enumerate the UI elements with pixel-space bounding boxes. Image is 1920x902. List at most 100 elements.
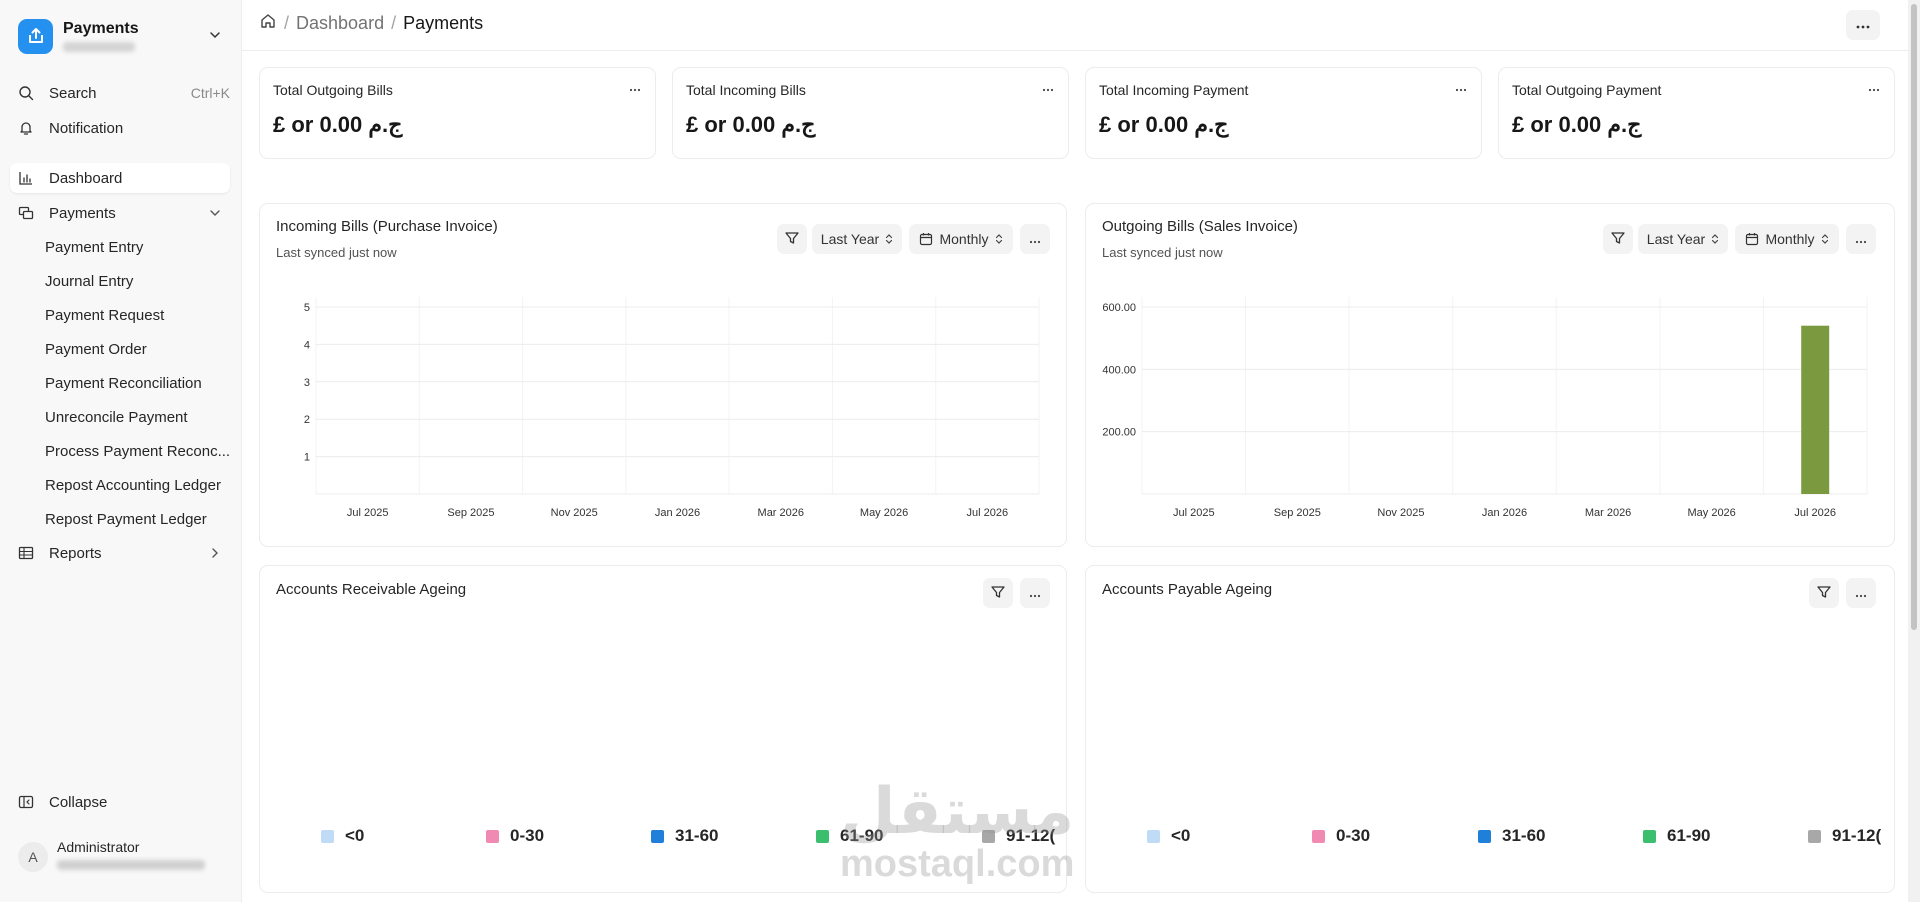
topbar: / Dashboard / Payments: [242, 0, 1920, 51]
stat-card-label: Total Outgoing Payment: [1512, 82, 1662, 98]
home-icon[interactable]: [259, 12, 277, 35]
x-tick-label: Jul 2025: [1173, 507, 1215, 519]
filter-icon: [1816, 584, 1832, 603]
stat-card-label: Total Incoming Payment: [1099, 82, 1249, 98]
legend-swatch: [486, 829, 499, 843]
sidebar-subitem[interactable]: Payment Reconciliation: [10, 368, 230, 398]
legend-item[interactable]: 91-12(: [1808, 826, 1888, 846]
collapse-sidebar-icon: [17, 793, 35, 811]
y-tick-label: 2: [304, 414, 310, 426]
outgoing-bills-chart-card: Outgoing Bills (Sales Invoice) Last sync…: [1085, 203, 1895, 547]
sidebar-item-dashboard[interactable]: Dashboard: [10, 163, 230, 193]
collapse-button[interactable]: Collapse: [10, 787, 230, 817]
sidebar-item-reports[interactable]: Reports: [10, 538, 230, 568]
watermark: مستقل mostaql.com: [840, 780, 1074, 884]
legend-label: 91-12(: [1832, 826, 1882, 845]
sidebar-subitem[interactable]: Unreconcile Payment: [10, 402, 230, 432]
x-tick-label: Jul 2025: [347, 507, 389, 519]
breadcrumb-separator: /: [391, 13, 397, 33]
app-logo-icon: [18, 18, 53, 54]
sidebar-subitem[interactable]: Journal Entry: [10, 266, 230, 296]
watermark-latin: mostaql.com: [840, 843, 1075, 885]
legend-swatch: [651, 829, 664, 843]
legend-item[interactable]: 31-60: [1478, 826, 1545, 846]
chart-menu-button[interactable]: [1020, 578, 1050, 608]
more-icon[interactable]: [1038, 82, 1058, 98]
chevron-down-icon: [208, 28, 222, 47]
x-tick-label: May 2026: [860, 507, 908, 519]
y-tick-label: 3: [304, 377, 310, 389]
legend-swatch: [321, 829, 334, 843]
breadcrumb-dashboard[interactable]: Dashboard: [296, 13, 384, 34]
chevron-down-icon: [208, 206, 222, 220]
sidebar-subitem[interactable]: Process Payment Reconc...: [10, 436, 230, 466]
stat-card-label: Total Incoming Bills: [686, 82, 806, 98]
x-tick-label: Mar 2026: [1585, 507, 1631, 519]
legend-item[interactable]: 0-30: [1312, 826, 1370, 846]
more-icon[interactable]: [1864, 82, 1884, 98]
table-icon: [17, 544, 35, 562]
breadcrumb-current: Payments: [403, 13, 484, 33]
search-icon: [17, 84, 35, 102]
legend-swatch: [1808, 829, 1821, 843]
legend-item[interactable]: 31-60: [651, 826, 718, 846]
stat-card-total-outgoing-payment: Total Outgoing Payment £ or 0.00 ج.م: [1498, 67, 1895, 159]
app-subtitle-redacted: [63, 42, 135, 52]
x-tick-label: Jul 2026: [967, 507, 1009, 519]
y-tick-label: 200.00: [1102, 427, 1136, 439]
page-menu-button[interactable]: [1846, 10, 1880, 40]
more-icon: [1855, 585, 1867, 601]
incoming-bills-chart: 1 2 3 4 5 Jul 2025 Sep 2025 Nov 2025 Jan 2026 Mar…: [304, 297, 1040, 519]
chevron-right-icon: [208, 546, 222, 560]
legend-swatch: [1147, 829, 1160, 843]
more-icon[interactable]: [625, 82, 645, 98]
more-icon[interactable]: [1451, 82, 1471, 98]
y-tick-label: 600.00: [1102, 302, 1136, 314]
bell-icon: [17, 119, 35, 137]
sidebar-subitem[interactable]: Repost Accounting Ledger: [10, 470, 230, 500]
sidebar-subitem[interactable]: Payment Order: [10, 334, 230, 364]
page-scrollbar[interactable]: [1908, 0, 1920, 902]
outgoing-bills-chart: 200.00 400.00 600.00 Jul 2025 Sep 2025 Nov 20…: [1102, 297, 1868, 519]
search-shortcut: Ctrl+K: [190, 85, 230, 101]
legend-item[interactable]: 61-90: [1643, 826, 1710, 846]
breadcrumb-separator: /: [284, 13, 290, 33]
stat-card-total-incoming-payment: Total Incoming Payment £ or 0.00 ج.م: [1085, 67, 1482, 159]
legend-item[interactable]: 0-30: [486, 826, 544, 846]
notification-button[interactable]: Notification: [10, 113, 230, 143]
x-tick-label: Mar 2026: [758, 507, 804, 519]
legend-item[interactable]: <0: [1147, 826, 1190, 846]
collapse-label: Collapse: [49, 793, 108, 811]
payments-icon: [17, 204, 35, 222]
app-switcher[interactable]: Payments: [18, 16, 226, 56]
scrollbar-thumb[interactable]: [1911, 4, 1917, 630]
stat-card-total-outgoing-bills: Total Outgoing Bills £ or 0.00 ج.م: [259, 67, 656, 159]
sidebar-item-payments[interactable]: Payments: [10, 198, 230, 228]
y-tick-label: 5: [304, 302, 310, 314]
legend-swatch: [1312, 829, 1325, 843]
filter-button[interactable]: [1809, 578, 1839, 608]
filter-icon: [990, 584, 1006, 603]
sidebar-subitem[interactable]: Repost Payment Ledger: [10, 504, 230, 534]
stat-card-value: £ or 0.00 ج.م: [1099, 112, 1229, 137]
x-tick-label: Jan 2026: [655, 507, 700, 519]
legend-swatch: [1643, 829, 1656, 843]
filter-button[interactable]: [983, 578, 1013, 608]
watermark-arabic: مستقل: [840, 775, 1075, 849]
x-tick-label: May 2026: [1687, 507, 1735, 519]
sidebar-item-label: Payments: [49, 204, 116, 222]
sidebar-subitem[interactable]: Payment Request: [10, 300, 230, 330]
legend-item[interactable]: <0: [321, 826, 364, 846]
chart-menu-button[interactable]: [1846, 578, 1876, 608]
sidebar-subitem[interactable]: Payment Entry: [10, 232, 230, 262]
user-email-redacted: [57, 860, 205, 870]
chart-title: Accounts Payable Ageing: [1102, 581, 1273, 598]
avatar[interactable]: A: [18, 842, 48, 872]
sidebar-item-label: Reports: [49, 544, 102, 562]
stat-card-label: Total Outgoing Bills: [273, 82, 393, 98]
x-tick-label: Nov 2025: [1377, 507, 1424, 519]
app-title: Payments: [63, 20, 139, 37]
user-name[interactable]: Administrator: [57, 839, 139, 855]
search-button[interactable]: Search Ctrl+K: [10, 78, 230, 108]
y-tick-label: 400.00: [1102, 364, 1136, 376]
